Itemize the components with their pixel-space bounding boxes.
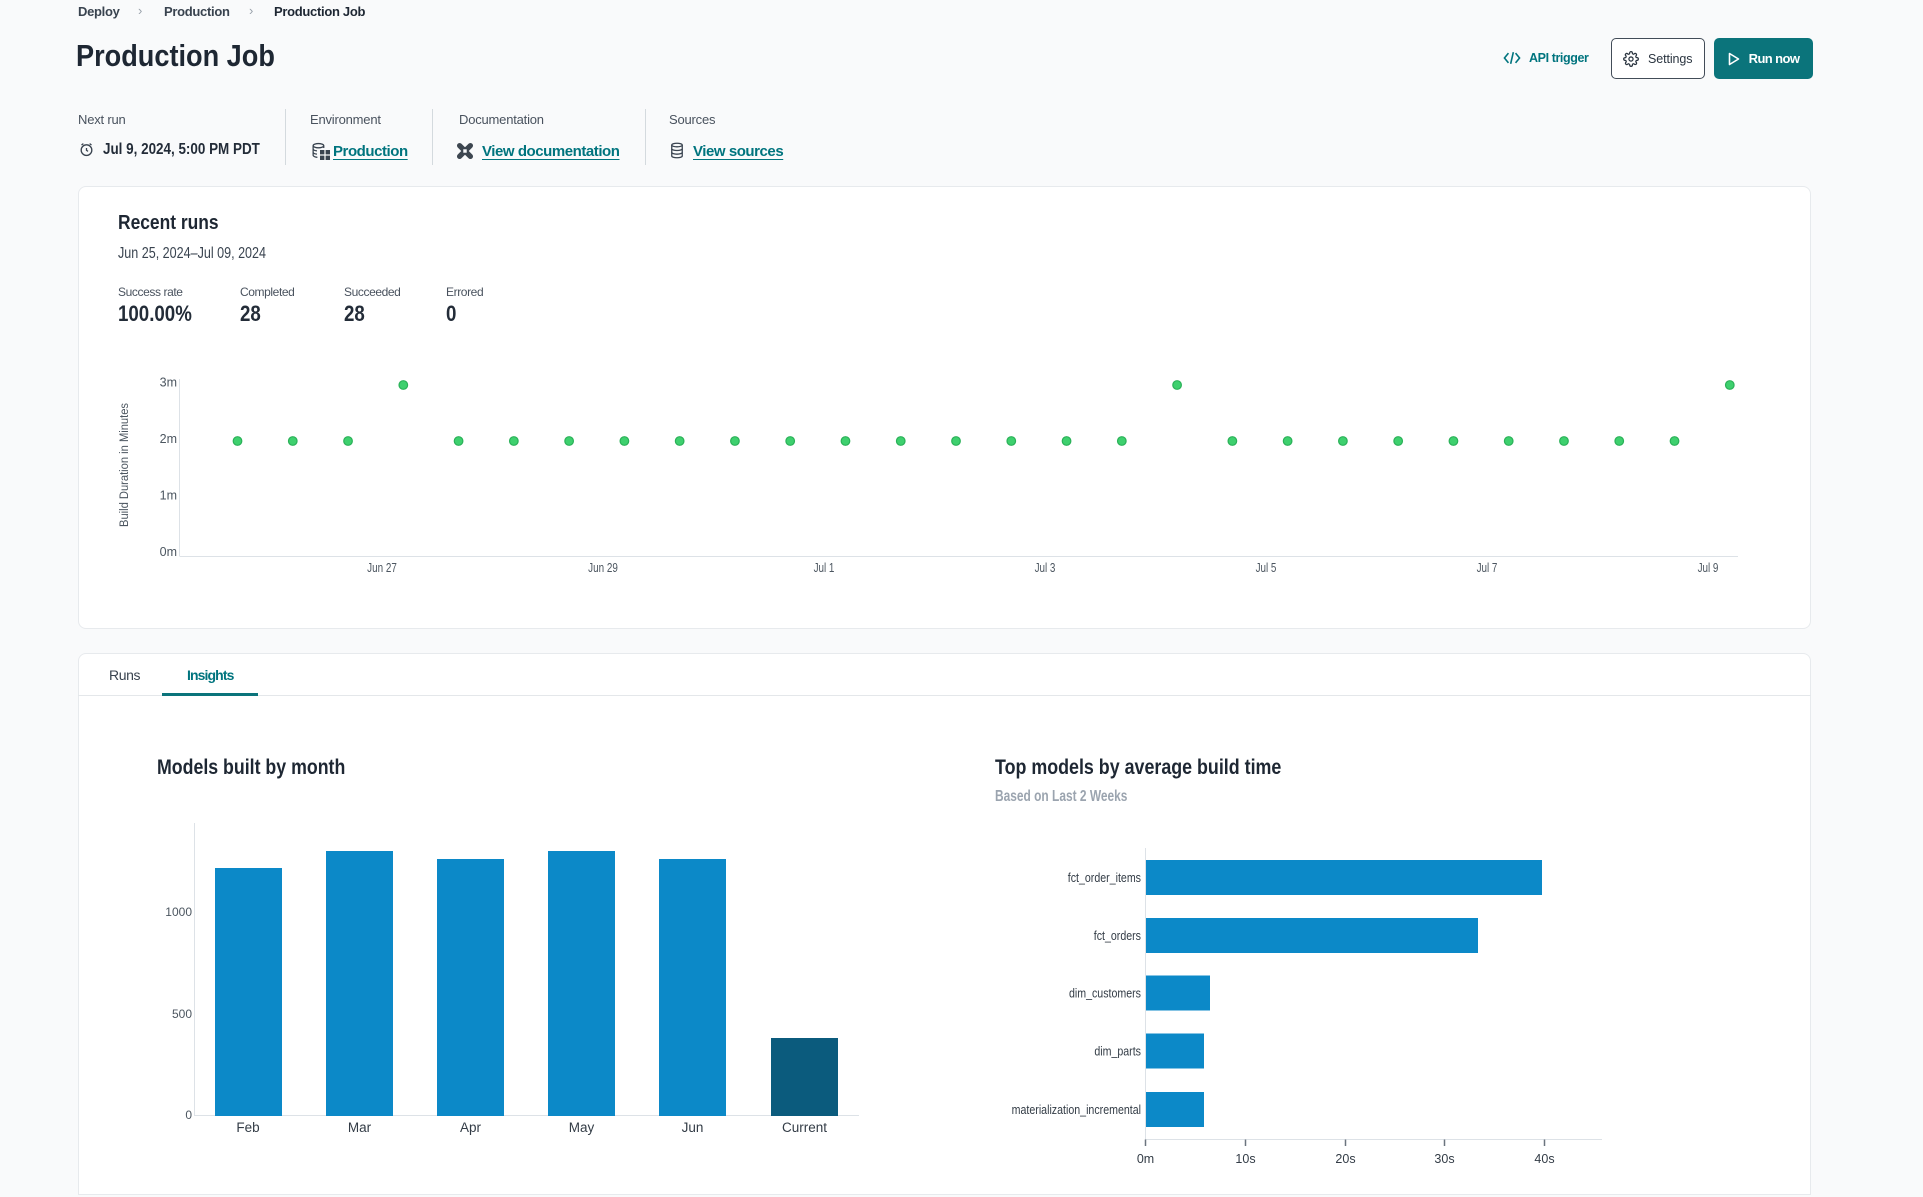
svg-text:fct_orders: fct_orders [1094,929,1141,943]
svg-text:Jul 1: Jul 1 [814,561,835,575]
svg-text:dim_parts: dim_parts [1094,1045,1141,1059]
svg-text:May: May [569,1120,595,1135]
svg-text:Jun 27: Jun 27 [367,561,397,575]
svg-text:500: 500 [172,1007,192,1021]
svg-text:0m: 0m [1137,1152,1154,1166]
svg-text:Jun 29: Jun 29 [588,561,618,575]
svg-text:3m: 3m [160,376,177,390]
svg-text:fct_order_items: fct_order_items [1068,871,1141,885]
svg-text:dim_customers: dim_customers [1069,987,1141,1001]
svg-text:20s: 20s [1335,1152,1355,1166]
svg-text:30s: 30s [1434,1152,1454,1166]
svg-text:materialization_incremental: materialization_incremental [1012,1103,1141,1117]
svg-text:Jul 5: Jul 5 [1256,561,1277,575]
svg-text:0m: 0m [160,545,177,559]
svg-text:Jul 7: Jul 7 [1477,561,1498,575]
svg-text:0: 0 [185,1108,192,1122]
svg-text:Feb: Feb [236,1120,259,1135]
svg-text:Jul 9: Jul 9 [1698,561,1719,575]
svg-text:1000: 1000 [165,905,192,919]
svg-text:Jul 3: Jul 3 [1035,561,1056,575]
svg-text:1m: 1m [160,489,177,503]
svg-text:2m: 2m [160,432,177,446]
svg-text:Current: Current [782,1120,827,1135]
svg-text:Mar: Mar [348,1120,372,1135]
svg-text:10s: 10s [1235,1152,1255,1166]
svg-text:Jun: Jun [682,1120,704,1135]
svg-text:Apr: Apr [460,1120,482,1135]
svg-text:Build Duration in Minutes: Build Duration in Minutes [119,403,131,527]
svg-text:40s: 40s [1534,1152,1554,1166]
